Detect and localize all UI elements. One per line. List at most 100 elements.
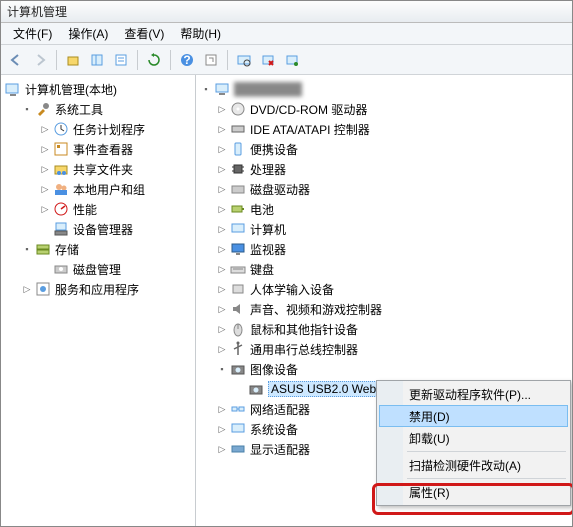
expand-icon[interactable]: ▷ [21, 283, 33, 295]
expand-icon[interactable]: ▷ [39, 183, 51, 195]
tree-storage[interactable]: ▪存储 [3, 239, 193, 259]
storage-icon [35, 241, 51, 257]
ctx-scan-hardware[interactable]: 扫描检测硬件改动(A) [379, 454, 568, 476]
sound-icon [230, 301, 246, 317]
menu-action[interactable]: 操作(A) [60, 23, 116, 44]
back-button[interactable] [5, 49, 27, 71]
tree-task-scheduler[interactable]: ▷任务计划程序 [3, 119, 193, 139]
expand-icon[interactable]: ▷ [39, 143, 51, 155]
left-tree-pane: 计算机管理(本地) ▪系统工具 ▷任务计划程序 ▷事件查看器 ▷共享文件夹 ▷本… [1, 75, 196, 526]
collapse-icon[interactable]: ▪ [216, 363, 228, 375]
device-sound[interactable]: ▷声音、视频和游戏控制器 [198, 299, 570, 319]
tree-local-users[interactable]: ▷本地用户和组 [3, 179, 193, 199]
device-portable[interactable]: ▷便携设备 [198, 139, 570, 159]
device-root[interactable]: ▪████████ [198, 79, 570, 99]
expand-icon[interactable]: ▷ [216, 323, 228, 335]
expand-icon[interactable]: ▷ [216, 263, 228, 275]
uninstall-toolbar-button[interactable] [257, 49, 279, 71]
ctx-disable[interactable]: 禁用(D) [379, 405, 568, 427]
disk-icon [53, 261, 69, 277]
usb-icon [230, 341, 246, 357]
properties-toolbar-button[interactable] [110, 49, 132, 71]
expand-icon[interactable]: ▷ [39, 123, 51, 135]
menu-view[interactable]: 查看(V) [116, 23, 172, 44]
menu-bar: 文件(F) 操作(A) 查看(V) 帮助(H) [1, 23, 572, 45]
refresh-button[interactable] [143, 49, 165, 71]
ctx-properties[interactable]: 属性(R) [379, 481, 568, 503]
expand-icon[interactable]: ▷ [216, 103, 228, 115]
device-computer[interactable]: ▷计算机 [198, 219, 570, 239]
expand-icon[interactable]: ▷ [216, 243, 228, 255]
tree-spacer [39, 223, 51, 235]
forward-button[interactable] [29, 49, 51, 71]
computer-icon [214, 81, 230, 97]
device-hid[interactable]: ▷人体学输入设备 [198, 279, 570, 299]
expand-icon[interactable]: ▷ [216, 143, 228, 155]
expand-icon[interactable]: ▷ [216, 203, 228, 215]
ctx-update-driver[interactable]: 更新驱动程序软件(P)... [379, 383, 568, 405]
expand-icon[interactable]: ▷ [216, 403, 228, 415]
device-imaging[interactable]: ▪图像设备 [198, 359, 570, 379]
device-keyboard[interactable]: ▷键盘 [198, 259, 570, 279]
toolbar-separator [137, 50, 138, 70]
ctx-separator [407, 478, 566, 479]
portable-icon [230, 141, 246, 157]
device-mgr-icon [53, 221, 69, 237]
up-button[interactable] [62, 49, 84, 71]
ctx-uninstall[interactable]: 卸载(U) [379, 427, 568, 449]
tree-device-manager[interactable]: 设备管理器 [3, 219, 193, 239]
device-mouse[interactable]: ▷鼠标和其他指针设备 [198, 319, 570, 339]
device-dvd[interactable]: ▷DVD/CD-ROM 驱动器 [198, 99, 570, 119]
disk-drive-icon [230, 181, 246, 197]
menu-file[interactable]: 文件(F) [5, 23, 60, 44]
monitor-icon [230, 241, 246, 257]
collapse-icon[interactable]: ▪ [21, 103, 33, 115]
right-tree-pane: ▪████████ ▷DVD/CD-ROM 驱动器 ▷IDE ATA/ATAPI… [196, 75, 572, 526]
cpu-icon [230, 161, 246, 177]
expand-icon[interactable]: ▷ [216, 423, 228, 435]
webcam-icon [248, 381, 264, 397]
collapse-icon[interactable]: ▪ [200, 83, 212, 95]
expand-icon[interactable]: ▷ [39, 163, 51, 175]
device-monitor[interactable]: ▷监视器 [198, 239, 570, 259]
update-driver-toolbar-button[interactable] [281, 49, 303, 71]
help-button[interactable]: ? [176, 49, 198, 71]
tools-icon [35, 101, 51, 117]
tree-system-tools[interactable]: ▪系统工具 [3, 99, 193, 119]
expand-icon[interactable]: ▷ [39, 203, 51, 215]
expand-icon[interactable]: ▷ [216, 283, 228, 295]
export-button[interactable] [200, 49, 222, 71]
expand-icon[interactable]: ▷ [216, 443, 228, 455]
device-battery[interactable]: ▷电池 [198, 199, 570, 219]
expand-icon[interactable]: ▷ [216, 163, 228, 175]
toolbar: ? [1, 45, 572, 75]
clock-icon [53, 121, 69, 137]
toolbar-separator [170, 50, 171, 70]
device-usb[interactable]: ▷通用串行总线控制器 [198, 339, 570, 359]
expand-icon[interactable]: ▷ [216, 303, 228, 315]
device-cpu[interactable]: ▷处理器 [198, 159, 570, 179]
toolbar-separator [227, 50, 228, 70]
tree-root[interactable]: 计算机管理(本地) [3, 79, 193, 99]
expand-icon[interactable]: ▷ [216, 123, 228, 135]
tree-shared-folders[interactable]: ▷共享文件夹 [3, 159, 193, 179]
show-hide-tree-button[interactable] [86, 49, 108, 71]
expand-icon[interactable]: ▷ [216, 343, 228, 355]
scan-hardware-button[interactable] [233, 49, 255, 71]
tree-disk-mgmt[interactable]: 磁盘管理 [3, 259, 193, 279]
tree-services-apps[interactable]: ▷服务和应用程序 [3, 279, 193, 299]
menu-help[interactable]: 帮助(H) [172, 23, 229, 44]
collapse-icon[interactable]: ▪ [21, 243, 33, 255]
expand-icon[interactable]: ▷ [216, 223, 228, 235]
computer-node-icon [230, 221, 246, 237]
tree-performance[interactable]: ▷性能 [3, 199, 193, 219]
device-ide[interactable]: ▷IDE ATA/ATAPI 控制器 [198, 119, 570, 139]
title-bar: 计算机管理 [1, 1, 572, 23]
device-disk[interactable]: ▷磁盘驱动器 [198, 179, 570, 199]
camera-icon [230, 361, 246, 377]
event-icon [53, 141, 69, 157]
expand-icon[interactable]: ▷ [216, 183, 228, 195]
window-title: 计算机管理 [7, 3, 67, 20]
tree-event-viewer[interactable]: ▷事件查看器 [3, 139, 193, 159]
services-icon [35, 281, 51, 297]
